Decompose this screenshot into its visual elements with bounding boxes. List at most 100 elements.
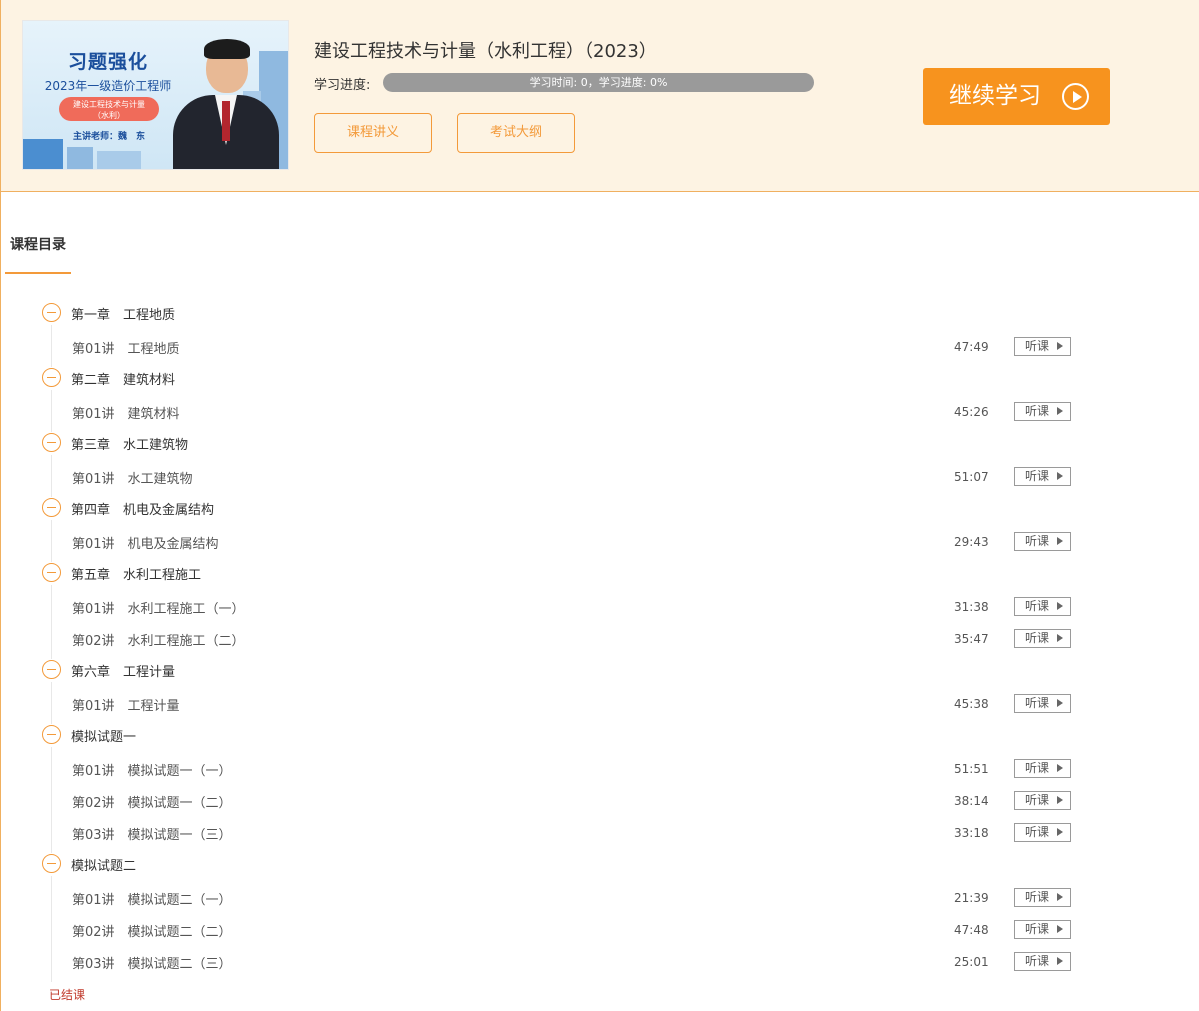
progress-text: 学习时间: 0，学习进度: 0%	[529, 76, 668, 89]
lesson-row: 第02讲 水利工程施工（二） 35:47 听课	[1, 628, 1199, 649]
lesson-title: 第01讲 建筑材料	[72, 406, 180, 422]
lesson-duration: 47:49	[954, 339, 989, 354]
lesson-title: 第02讲 水利工程施工（二）	[72, 633, 245, 649]
collapse-minus-icon[interactable]	[42, 433, 61, 452]
lesson-duration: 45:38	[954, 696, 989, 711]
thumbnail-pill-line: 建设工程技术与计量	[73, 100, 145, 109]
thumbnail-pill-line: （水利）	[93, 111, 125, 120]
chapter-tree-line	[51, 585, 52, 659]
lesson-row: 第01讲 工程计量 45:38 听课	[1, 693, 1199, 714]
listen-button-label: 听课	[1025, 921, 1050, 936]
continue-learning-button[interactable]: 继续学习	[923, 68, 1110, 125]
listen-button[interactable]: 听课	[1014, 596, 1071, 616]
play-triangle-icon	[1057, 536, 1063, 545]
lesson-title: 第01讲 水利工程施工（一）	[72, 601, 245, 617]
collapse-minus-icon[interactable]	[42, 303, 61, 322]
listen-button-label: 听课	[1025, 889, 1050, 904]
building-graphic	[23, 139, 63, 169]
lesson-title: 第03讲 模拟试题二（三）	[72, 956, 232, 972]
play-triangle-icon	[1057, 924, 1063, 933]
lesson-row: 第03讲 模拟试题二（三） 25:01 听课	[1, 951, 1199, 972]
collapse-minus-icon[interactable]	[42, 498, 61, 517]
listen-button[interactable]: 听课	[1014, 466, 1071, 486]
catalog-tab-underline	[5, 272, 71, 274]
course-thumbnail[interactable]: 习题强化 2023年一级造价工程师 建设工程技术与计量 （水利） 主讲老师：魏 …	[22, 20, 289, 170]
lesson-title: 第03讲 模拟试题一（三）	[72, 827, 232, 843]
listen-button-label: 听课	[1025, 338, 1050, 353]
collapse-minus-icon[interactable]	[42, 854, 61, 873]
listen-button-label: 听课	[1025, 468, 1050, 483]
listen-button-label: 听课	[1025, 760, 1050, 775]
listen-button[interactable]: 听课	[1014, 919, 1071, 939]
collapse-minus-icon[interactable]	[42, 725, 61, 744]
lesson-duration: 29:43	[954, 534, 989, 549]
progress-label: 学习进度:	[314, 78, 371, 93]
lesson-duration: 25:01	[954, 954, 989, 969]
lesson-duration: 21:39	[954, 890, 989, 905]
teacher-photo	[204, 39, 250, 59]
lesson-row: 第01讲 模拟试题二（一） 21:39 听课	[1, 887, 1199, 908]
listen-button[interactable]: 听课	[1014, 790, 1071, 810]
listen-button-label: 听课	[1025, 824, 1050, 839]
listen-button-label: 听课	[1025, 792, 1050, 807]
lesson-title: 第01讲 机电及金属结构	[72, 536, 219, 552]
lesson-row: 第01讲 建筑材料 45:26 听课	[1, 401, 1199, 422]
lesson-row: 第01讲 水工建筑物 51:07 听课	[1, 466, 1199, 487]
play-triangle-icon	[1057, 633, 1063, 642]
listen-button-label: 听课	[1025, 630, 1050, 645]
listen-button[interactable]: 听课	[1014, 336, 1071, 356]
progress-bar: 学习时间: 0，学习进度: 0%	[383, 73, 814, 92]
lesson-row: 第01讲 模拟试题一（一） 51:51 听课	[1, 758, 1199, 779]
lesson-row: 第02讲 模拟试题一（二） 38:14 听课	[1, 790, 1199, 811]
listen-button[interactable]: 听课	[1014, 951, 1071, 971]
play-circle-icon	[1062, 83, 1089, 110]
play-triangle-icon	[1057, 827, 1063, 836]
lecture-notes-button[interactable]: 课程讲义	[314, 113, 432, 153]
continue-learning-label: 继续学习	[949, 83, 1041, 109]
collapse-minus-icon[interactable]	[42, 660, 61, 679]
course-title: 建设工程技术与计量（水利工程）（2023）	[314, 41, 657, 62]
listen-button-label: 听课	[1025, 953, 1050, 968]
lesson-duration: 35:47	[954, 631, 989, 646]
thumbnail-teacher: 主讲老师：魏 东	[73, 132, 146, 142]
listen-button[interactable]: 听课	[1014, 758, 1071, 778]
listen-button-label: 听课	[1025, 598, 1050, 613]
chapter-tree-line	[51, 390, 52, 432]
lesson-row: 第01讲 水利工程施工（一） 31:38 听课	[1, 596, 1199, 617]
play-triangle-icon	[1057, 795, 1063, 804]
listen-button[interactable]: 听课	[1014, 887, 1071, 907]
listen-button[interactable]: 听课	[1014, 693, 1071, 713]
syllabus-button[interactable]: 考试大纲	[457, 113, 575, 153]
lesson-row: 第01讲 机电及金属结构 29:43 听课	[1, 531, 1199, 552]
lesson-row: 第01讲 工程地质 47:49 听课	[1, 336, 1199, 357]
listen-button[interactable]: 听课	[1014, 401, 1071, 421]
play-triangle-icon	[1057, 471, 1063, 480]
building-graphic	[97, 151, 141, 169]
thumbnail-title: 习题强化	[67, 51, 148, 73]
thumbnail-subtitle: 2023年一级造价工程师	[44, 79, 172, 93]
listen-button-label: 听课	[1025, 533, 1050, 548]
lesson-duration: 47:48	[954, 922, 989, 937]
play-triangle-icon	[1057, 892, 1063, 901]
lesson-row: 第03讲 模拟试题一（三） 33:18 听课	[1, 822, 1199, 843]
listen-button[interactable]: 听课	[1014, 822, 1071, 842]
building-graphic	[67, 147, 93, 169]
listen-button[interactable]: 听课	[1014, 531, 1071, 551]
listen-button[interactable]: 听课	[1014, 628, 1071, 648]
thumbnail-subject-pill: 建设工程技术与计量 （水利）	[59, 97, 159, 121]
chapter-title: 第三章 水工建筑物	[71, 438, 189, 453]
catalog-tab[interactable]: 课程目录	[10, 234, 66, 254]
collapse-minus-icon[interactable]	[42, 368, 61, 387]
chapter-title: 第一章 工程地质	[71, 308, 176, 323]
lesson-duration: 31:38	[954, 599, 989, 614]
lesson-title: 第01讲 模拟试题二（一）	[72, 892, 232, 908]
chapter-title: 第二章 建筑材料	[71, 373, 176, 388]
play-triangle-icon	[1057, 341, 1063, 350]
listen-button-label: 听课	[1025, 695, 1050, 710]
lesson-title: 第01讲 工程地质	[72, 341, 180, 357]
course-page: 习题强化 2023年一级造价工程师 建设工程技术与计量 （水利） 主讲老师：魏 …	[0, 0, 1199, 1011]
collapse-minus-icon[interactable]	[42, 563, 61, 582]
play-triangle-icon	[1057, 956, 1063, 965]
chapter-tree-line	[51, 325, 52, 367]
lesson-title: 第01讲 模拟试题一（一）	[72, 763, 232, 779]
